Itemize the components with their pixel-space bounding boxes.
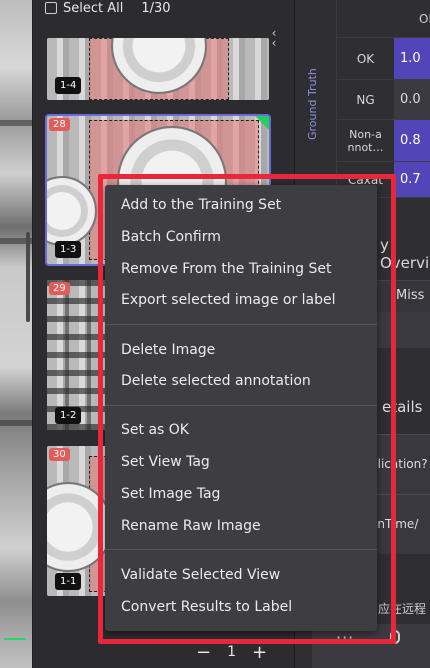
- thumbnail-item[interactable]: 1-4: [47, 38, 269, 100]
- status-corner-indicator: [255, 116, 269, 130]
- preview-streak: [0, 120, 32, 126]
- preview-streak: [0, 420, 32, 426]
- menu-separator: [105, 324, 377, 325]
- microphone-icon[interactable]: [390, 630, 400, 644]
- miss-tab[interactable]: Miss: [396, 288, 424, 303]
- matrix-cell[interactable]: 0.8: [394, 120, 430, 162]
- menu-item-validate-selected-view[interactable]: Validate Selected View: [121, 567, 280, 583]
- ground-truth-axis-label: Ground Truth: [306, 68, 319, 140]
- thumbnail-badge: 30: [49, 448, 70, 461]
- select-all-label[interactable]: Select All: [63, 1, 123, 16]
- selection-count: 1/30: [141, 0, 171, 16]
- matrix-row-label: OK: [336, 38, 394, 80]
- menu-separator: [105, 549, 377, 550]
- menu-item-rename-raw-image[interactable]: Rename Raw Image: [121, 518, 261, 534]
- previous-page-button[interactable]: −: [196, 642, 211, 663]
- menu-item-convert-results-to-label[interactable]: Convert Results to Label: [121, 599, 292, 615]
- preview-green-marker: [4, 638, 26, 640]
- menu-item-export-selected[interactable]: Export selected image or label: [121, 292, 336, 308]
- select-all-checkbox[interactable]: [45, 2, 57, 14]
- overview-section-title: y Overvie: [380, 236, 430, 272]
- matrix-column-header: OK: [419, 12, 430, 26]
- menu-item-batch-confirm[interactable]: Batch Confirm: [121, 229, 221, 245]
- pagination: − 1 +: [196, 642, 267, 663]
- menu-item-add-to-training-set[interactable]: Add to the Training Set: [121, 197, 281, 213]
- detail-label: plication?: [370, 457, 428, 471]
- matrix-cell[interactable]: 0.7: [394, 162, 430, 198]
- matrix-row-label: Non-a nnot…: [336, 120, 394, 162]
- matrix-header: OK: [336, 0, 430, 38]
- context-menu: Add to the Training Set Batch Confirm Re…: [105, 185, 377, 631]
- current-page: 1: [227, 644, 237, 660]
- menu-item-remove-from-training-set[interactable]: Remove From the Training Set: [121, 261, 332, 277]
- thumbnail-index: 1-4: [55, 77, 82, 94]
- thumbnail-index: 1-2: [55, 407, 82, 424]
- menu-separator: [105, 405, 377, 406]
- collapse-panel-icon[interactable]: ‹ ‹: [267, 27, 281, 49]
- select-all-row[interactable]: Select All 1/30: [45, 0, 171, 16]
- matrix-cell[interactable]: 0.0: [394, 80, 430, 120]
- main-image-preview[interactable]: [0, 0, 32, 668]
- menu-item-set-view-tag[interactable]: Set View Tag: [121, 454, 210, 470]
- preview-scrollbar[interactable]: [26, 232, 30, 322]
- thumbnail-index: 1-1: [55, 573, 82, 590]
- matrix-row-label: NG: [336, 80, 394, 120]
- remote-hint-text: 应在远程: [378, 602, 427, 616]
- matrix-cell[interactable]: 1.0: [394, 38, 430, 80]
- next-page-button[interactable]: +: [252, 642, 267, 663]
- menu-item-set-as-ok[interactable]: Set as OK: [121, 422, 189, 438]
- menu-item-delete-annotation[interactable]: Delete selected annotation: [121, 373, 311, 389]
- menu-item-delete-image[interactable]: Delete Image: [121, 342, 215, 358]
- details-section-title: etails: [382, 398, 423, 416]
- menu-item-set-image-tag[interactable]: Set Image Tag: [121, 486, 220, 502]
- thumbnail-badge: 28: [49, 118, 70, 131]
- thumbnail-badge: 29: [49, 282, 70, 295]
- thumbnail-index: 1-3: [55, 241, 82, 258]
- detail-label: onTime/: [370, 517, 419, 531]
